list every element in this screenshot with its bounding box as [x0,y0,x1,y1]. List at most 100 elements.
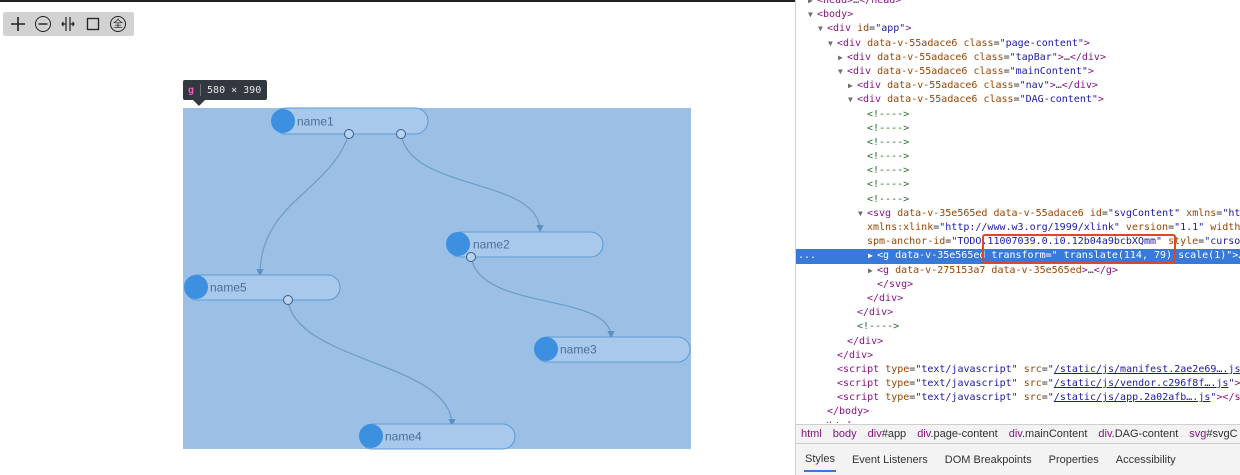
expanded-triangle-icon[interactable]: ▼ [838,65,847,79]
tab-accessibility[interactable]: Accessibility [1115,449,1177,471]
breadcrumb-item[interactable]: div.mainContent [1009,428,1088,440]
dom-tree-node[interactable]: <!----> [796,136,1240,150]
dom-node-markup: xmlns:xlink="http://www.w3.org/1999/xlin… [867,222,1240,233]
dag-node[interactable]: name5 [184,274,341,305]
dom-tree-node[interactable]: <!----> [796,108,1240,122]
tab-dom-breakpoints[interactable]: DOM Breakpoints [944,449,1033,471]
dag-node[interactable]: name2 [446,231,604,262]
dom-tree-node[interactable]: ▼ <div data-v-55adace6 class="DAG-content… [796,93,1240,107]
breadcrumb-item[interactable]: body [833,428,857,440]
collapsed-triangle-icon[interactable]: ▶ [868,249,877,263]
dom-node-markup: <!----> [867,122,910,134]
dom-node-markup: <script type="text/javascript" src="/sta… [837,363,1240,375]
collapsed-triangle-icon[interactable]: ▶ [838,51,847,65]
breadcrumb-item[interactable]: html [801,428,822,440]
breadcrumb-item[interactable]: div#app [868,428,907,440]
dom-node-markup: <div id="app"> [827,23,912,35]
node-label: name4 [385,430,422,444]
dag-graph: name1 name2 name5 name3 name4 [183,107,691,450]
dom-node-markup: <script type="text/javascript" src="/sta… [837,392,1240,404]
dom-tree-node[interactable]: <script type="text/javascript" src="/sta… [796,377,1240,391]
dom-tree-node[interactable]: <!----> [796,193,1240,207]
dom-tree-node[interactable]: </html> [796,420,1240,423]
elements-tree: ▶ <head>…</head> ▼ <body> ▼ <div id="app"> ▼ <d… [796,0,1240,423]
breadcrumb-selector: .DAG-content [1111,428,1179,440]
collapsed-triangle-icon[interactable]: ▶ [868,264,877,278]
expanded-triangle-icon[interactable]: ▼ [848,93,857,107]
dom-tree-node[interactable]: <script type="text/javascript" src="/sta… [796,391,1240,405]
expanded-triangle-icon[interactable]: ▼ [818,22,827,36]
dom-tree-node[interactable]: ▼ <div data-v-55adace6 class="mainContent… [796,65,1240,79]
dom-tree-node[interactable]: </div> [796,306,1240,320]
dom-tree-node[interactable]: <!----> [796,320,1240,334]
breadcrumb-item[interactable]: div.page-content [917,428,998,440]
dom-node-markup: <div data-v-55adace6 class="tapBar">…</d… [847,51,1106,63]
dom-tree-node[interactable]: ▶ <div data-v-55adace6 class="tapBar">…</… [796,51,1240,65]
dom-node-markup: <!----> [867,193,910,205]
tab-event-listeners[interactable]: Event Listeners [851,449,929,471]
breadcrumb-item[interactable]: svg#svgC [1189,428,1237,440]
dag-node[interactable]: name4 [359,423,516,450]
dom-node-markup: <!----> [867,136,910,148]
dom-node-markup: <script type="text/javascript" src="/sta… [837,378,1240,390]
breadcrumb-tag: body [832,428,857,440]
expanded-triangle-icon[interactable]: ▼ [808,8,817,22]
breadcrumb-item[interactable]: div.DAG-content [1098,428,1178,440]
collapsed-triangle-icon[interactable]: ▶ [848,79,857,93]
node-icon [534,337,558,361]
dom-node-markup: </div> [847,335,884,347]
tab-styles[interactable]: Styles [804,448,836,472]
devtools-panel: ▶ <head>…</head> ▼ <body> ▼ <div id="app"> ▼ <d… [795,0,1240,475]
dom-tree-node[interactable]: </div> [796,292,1240,306]
tab-properties[interactable]: Properties [1048,449,1100,471]
tooltip-arrow [193,100,205,106]
dom-node-markup: <!----> [867,108,910,120]
dom-breadcrumbs: html body div#app div.page-content div.mainC… [796,424,1240,444]
dom-tree-node[interactable]: ▶ <head>…</head> [796,0,1240,8]
dom-tree-node[interactable]: </div> [796,335,1240,349]
dom-node-markup: </html> [817,421,859,423]
dom-tree-node[interactable]: </svg> [796,278,1240,292]
tooltip-size: 580 × 390 [207,84,262,96]
dom-node-markup: <g data-v-275153a7 data-v-35e565ed>…</g> [877,264,1118,276]
breadcrumb-selector: .page-content [930,428,998,440]
expanded-triangle-icon[interactable]: ▼ [828,37,837,51]
dag-node[interactable]: name1 [271,107,429,139]
dom-tree-node[interactable]: ▼ <body> [796,8,1240,22]
dom-tree-node[interactable]: <!----> [796,122,1240,136]
node-label: name2 [473,238,510,252]
output-port[interactable] [283,295,293,305]
dag-node[interactable]: name3 [534,336,691,363]
output-port[interactable] [344,129,354,139]
dom-tree-node[interactable]: <script type="text/javascript" src="/sta… [796,363,1240,377]
dom-node-markup: </div> [837,349,874,361]
expanded-triangle-icon[interactable]: ▼ [858,207,867,221]
dom-tree-node[interactable]: ▼ <div id="app"> [796,22,1240,36]
dom-tree-node[interactable]: <!----> [796,150,1240,164]
breadcrumb-tag: div [1008,428,1022,440]
node-label: name1 [297,115,334,129]
node-icon [359,424,383,448]
dom-tree-node[interactable]: </div> [796,349,1240,363]
collapsed-triangle-icon[interactable]: ▶ [808,0,817,8]
dom-tree-node[interactable]: ▼ <svg data-v-35e565ed data-v-55adace6 id… [796,207,1240,221]
dom-node-markup: <!----> [867,179,910,191]
output-port[interactable] [396,129,406,139]
dom-node-markup: <!----> [857,321,900,333]
dom-tree-node[interactable]: <!----> [796,178,1240,192]
dom-node-markup: </div> [867,292,904,304]
annotation-highlight-box [982,234,1176,263]
dom-node-markup: </body> [827,406,870,418]
tooltip-divider [200,84,202,96]
dom-tree-node[interactable]: </body> [796,405,1240,419]
dag-canvas-pane: 全 name1 name2 name5 name3 name4 g 580 × … [0,0,795,475]
dom-node-markup: <div data-v-55adace6 class="nav">…</div> [857,80,1098,92]
dom-tree-node[interactable]: ▶ <g data-v-275153a7 data-v-35e565ed>…</g… [796,264,1240,278]
more-options-dots[interactable]: ... [798,249,816,263]
dom-tree-node[interactable]: <!----> [796,164,1240,178]
output-port[interactable] [466,252,476,262]
breadcrumb-tag: div [917,428,931,440]
dom-tree-node[interactable]: ▶ <div data-v-55adace6 class="nav">…</div… [796,79,1240,93]
dom-node-markup: <svg data-v-35e565ed data-v-55adace6 id=… [867,207,1240,219]
dom-tree-node[interactable]: ▼ <div data-v-55adace6 class="page-conten… [796,37,1240,51]
